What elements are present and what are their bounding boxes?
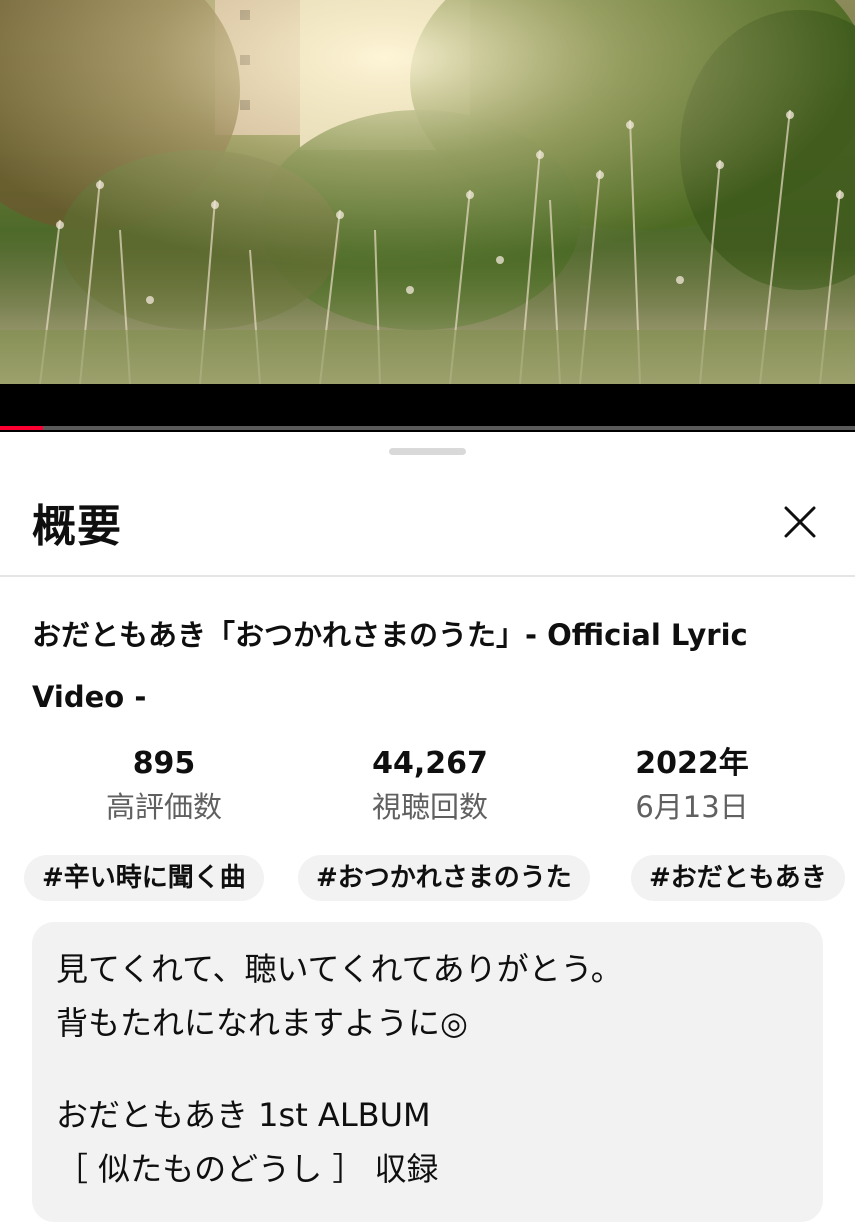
close-button[interactable] — [778, 500, 822, 544]
description-line: 背もたれになれますように◎ — [56, 1004, 468, 1042]
likes-label: 高評価数 — [105, 790, 222, 824]
hashtag-row: #辛い時に聞く曲 #おつかれさまのうた #おだともあき — [0, 855, 855, 903]
video-player[interactable] — [0, 0, 855, 384]
views-count: 44,267 — [372, 746, 488, 781]
sheet-title: 概要 — [32, 501, 122, 552]
description-line: おだともあき 1st ALBUM — [56, 1096, 431, 1134]
stat-date: 2022年 6月13日 — [592, 742, 792, 828]
progress-bar[interactable] — [0, 426, 855, 430]
upload-date: 6月13日 — [635, 790, 749, 824]
views-label: 視聴回数 — [371, 790, 488, 824]
video-title: おだともあき「おつかれさまのうた」- Official Lyric Video … — [32, 618, 748, 714]
description-line: ［ 似たものどうし ］ 収録 — [56, 1150, 439, 1188]
hashtag-chip[interactable]: #おつかれさまのうた — [298, 855, 590, 901]
progress-bar-played — [0, 426, 43, 430]
description-line: 見てくれて、聴いてくれてありがとう。 — [56, 950, 623, 988]
hashtag-chip[interactable]: #辛い時に聞く曲 — [24, 855, 264, 901]
description-box[interactable]: 見てくれて、聴いてくれてありがとう。 背もたれになれますように◎ おだともあき … — [32, 922, 823, 1222]
player-controls-band — [0, 384, 855, 432]
divider — [0, 575, 855, 577]
description-sheet: 概要 おだともあき「おつかれさまのうた」- Official Lyric Vid… — [0, 432, 855, 1222]
upload-year: 2022年 — [635, 746, 749, 781]
likes-count: 895 — [132, 746, 196, 781]
hashtag-chip[interactable]: #おだともあき — [631, 855, 845, 901]
video-frame-image — [0, 0, 855, 384]
stat-views: 44,267 視聴回数 — [330, 742, 530, 828]
close-icon — [784, 506, 816, 538]
stat-likes: 895 高評価数 — [64, 742, 264, 828]
drag-handle[interactable] — [389, 448, 466, 455]
stats-row: 895 高評価数 44,267 視聴回数 2022年 6月13日 — [0, 742, 855, 832]
